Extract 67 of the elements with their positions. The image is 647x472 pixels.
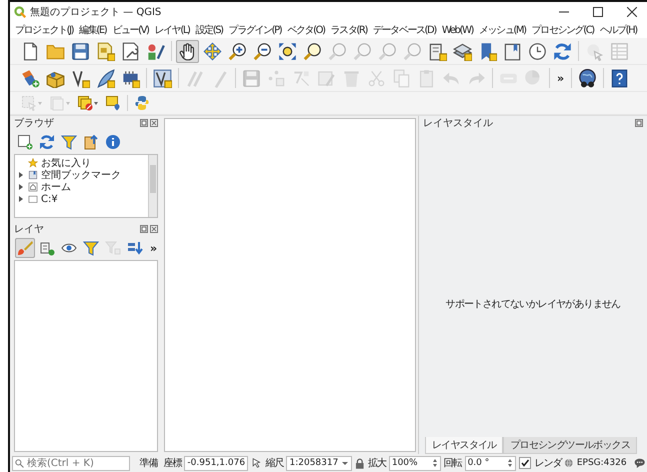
menu-item[interactable]: データベース(D) <box>370 23 439 37</box>
tab[interactable]: プロセシングツールボックス <box>503 437 638 454</box>
rotation-label: 回転 <box>444 457 462 470</box>
panel-title: レイヤ <box>14 223 44 236</box>
spin-arrows-icon[interactable] <box>507 458 514 468</box>
app-logo-icon <box>14 6 26 18</box>
crs-label[interactable]: EPSG:4326 <box>576 458 627 468</box>
cursor-icon[interactable] <box>251 457 262 469</box>
magnifier-label: 拡大 <box>368 456 386 470</box>
drive-icon <box>28 194 38 204</box>
message-icon[interactable] <box>634 457 646 469</box>
tree-item[interactable]: お気に入り <box>41 156 91 170</box>
expand-arrow-icon[interactable] <box>17 183 25 191</box>
menu-item[interactable]: Web(W) <box>438 24 476 36</box>
scale-dropdown[interactable]: 1:2058317 <box>286 456 352 470</box>
vertex-box-icon[interactable] <box>151 66 174 90</box>
menu-item[interactable]: プロジェクト(J) <box>12 23 76 37</box>
window-title: 無題のプロジェクト — QGIS <box>30 6 162 19</box>
float-icon[interactable] <box>140 225 148 233</box>
expand-arrow-icon[interactable] <box>17 195 25 203</box>
coordinate-label: 座標 <box>163 456 182 470</box>
menu-item[interactable]: メッシュ(M) <box>476 23 529 37</box>
menu-item[interactable]: プロセシング(C) <box>528 23 597 37</box>
menu-item[interactable]: ビュー(V) <box>109 23 152 37</box>
menu-item[interactable]: レイヤ(L) <box>152 23 193 37</box>
caret-icon[interactable] <box>341 459 350 467</box>
empty-message: サポートされてないかレイヤがありません <box>446 298 620 311</box>
panel-title: レイヤスタイル <box>423 117 493 130</box>
spin-arrows-icon[interactable] <box>432 458 438 468</box>
close-icon[interactable] <box>627 7 637 17</box>
rotation-spinbox[interactable]: 0.0 ° <box>464 456 516 470</box>
menu-item[interactable]: ヘルプ(H) <box>596 23 640 37</box>
home-icon <box>28 182 38 192</box>
search-field[interactable]: 検索(Ctrl + K) <box>12 456 130 470</box>
bookmark-icon <box>28 170 38 180</box>
status-message: 準備 <box>139 457 158 470</box>
add-icon[interactable] <box>15 132 35 152</box>
render-checkbox[interactable] <box>519 457 532 469</box>
star-icon <box>28 158 38 168</box>
scale-label: 縮尺 <box>265 456 284 470</box>
hand-icon[interactable] <box>176 40 199 62</box>
maximize-icon[interactable] <box>593 7 603 17</box>
magnifier-spinbox[interactable]: 100% <box>388 456 441 470</box>
scrollbar[interactable] <box>148 155 157 217</box>
menu-item[interactable]: 設定(S) <box>192 23 226 37</box>
expand-arrow-icon[interactable] <box>17 171 25 179</box>
more-button[interactable]: » <box>553 72 568 84</box>
tab[interactable]: レイヤスタイル <box>425 437 504 454</box>
menu-item[interactable]: ベクタ(O) <box>284 23 328 37</box>
menu-item[interactable]: ラスタ(R) <box>328 23 370 37</box>
deselect-icon[interactable] <box>75 93 101 113</box>
tree-item[interactable]: 空間ブックマーク <box>41 168 121 182</box>
tree-item[interactable]: ホーム <box>41 180 71 194</box>
brush-icon[interactable] <box>15 238 35 258</box>
float-icon[interactable] <box>140 119 148 127</box>
globe-icon[interactable] <box>564 458 574 468</box>
search-icon <box>15 458 24 468</box>
lock-icon[interactable] <box>355 458 365 468</box>
info-icon[interactable] <box>103 132 123 152</box>
coordinate-field[interactable]: -0.951,1.076 <box>184 456 248 470</box>
tree-item[interactable]: C:¥ <box>41 194 58 204</box>
menu-item[interactable]: プラグイン(P) <box>226 23 284 37</box>
more-button[interactable]: » <box>146 242 162 254</box>
render-label: レンダ <box>534 457 562 470</box>
menu-item[interactable]: 編集(E) <box>76 23 110 37</box>
panel-title: ブラウザ <box>14 116 54 130</box>
float-icon[interactable] <box>635 119 643 127</box>
